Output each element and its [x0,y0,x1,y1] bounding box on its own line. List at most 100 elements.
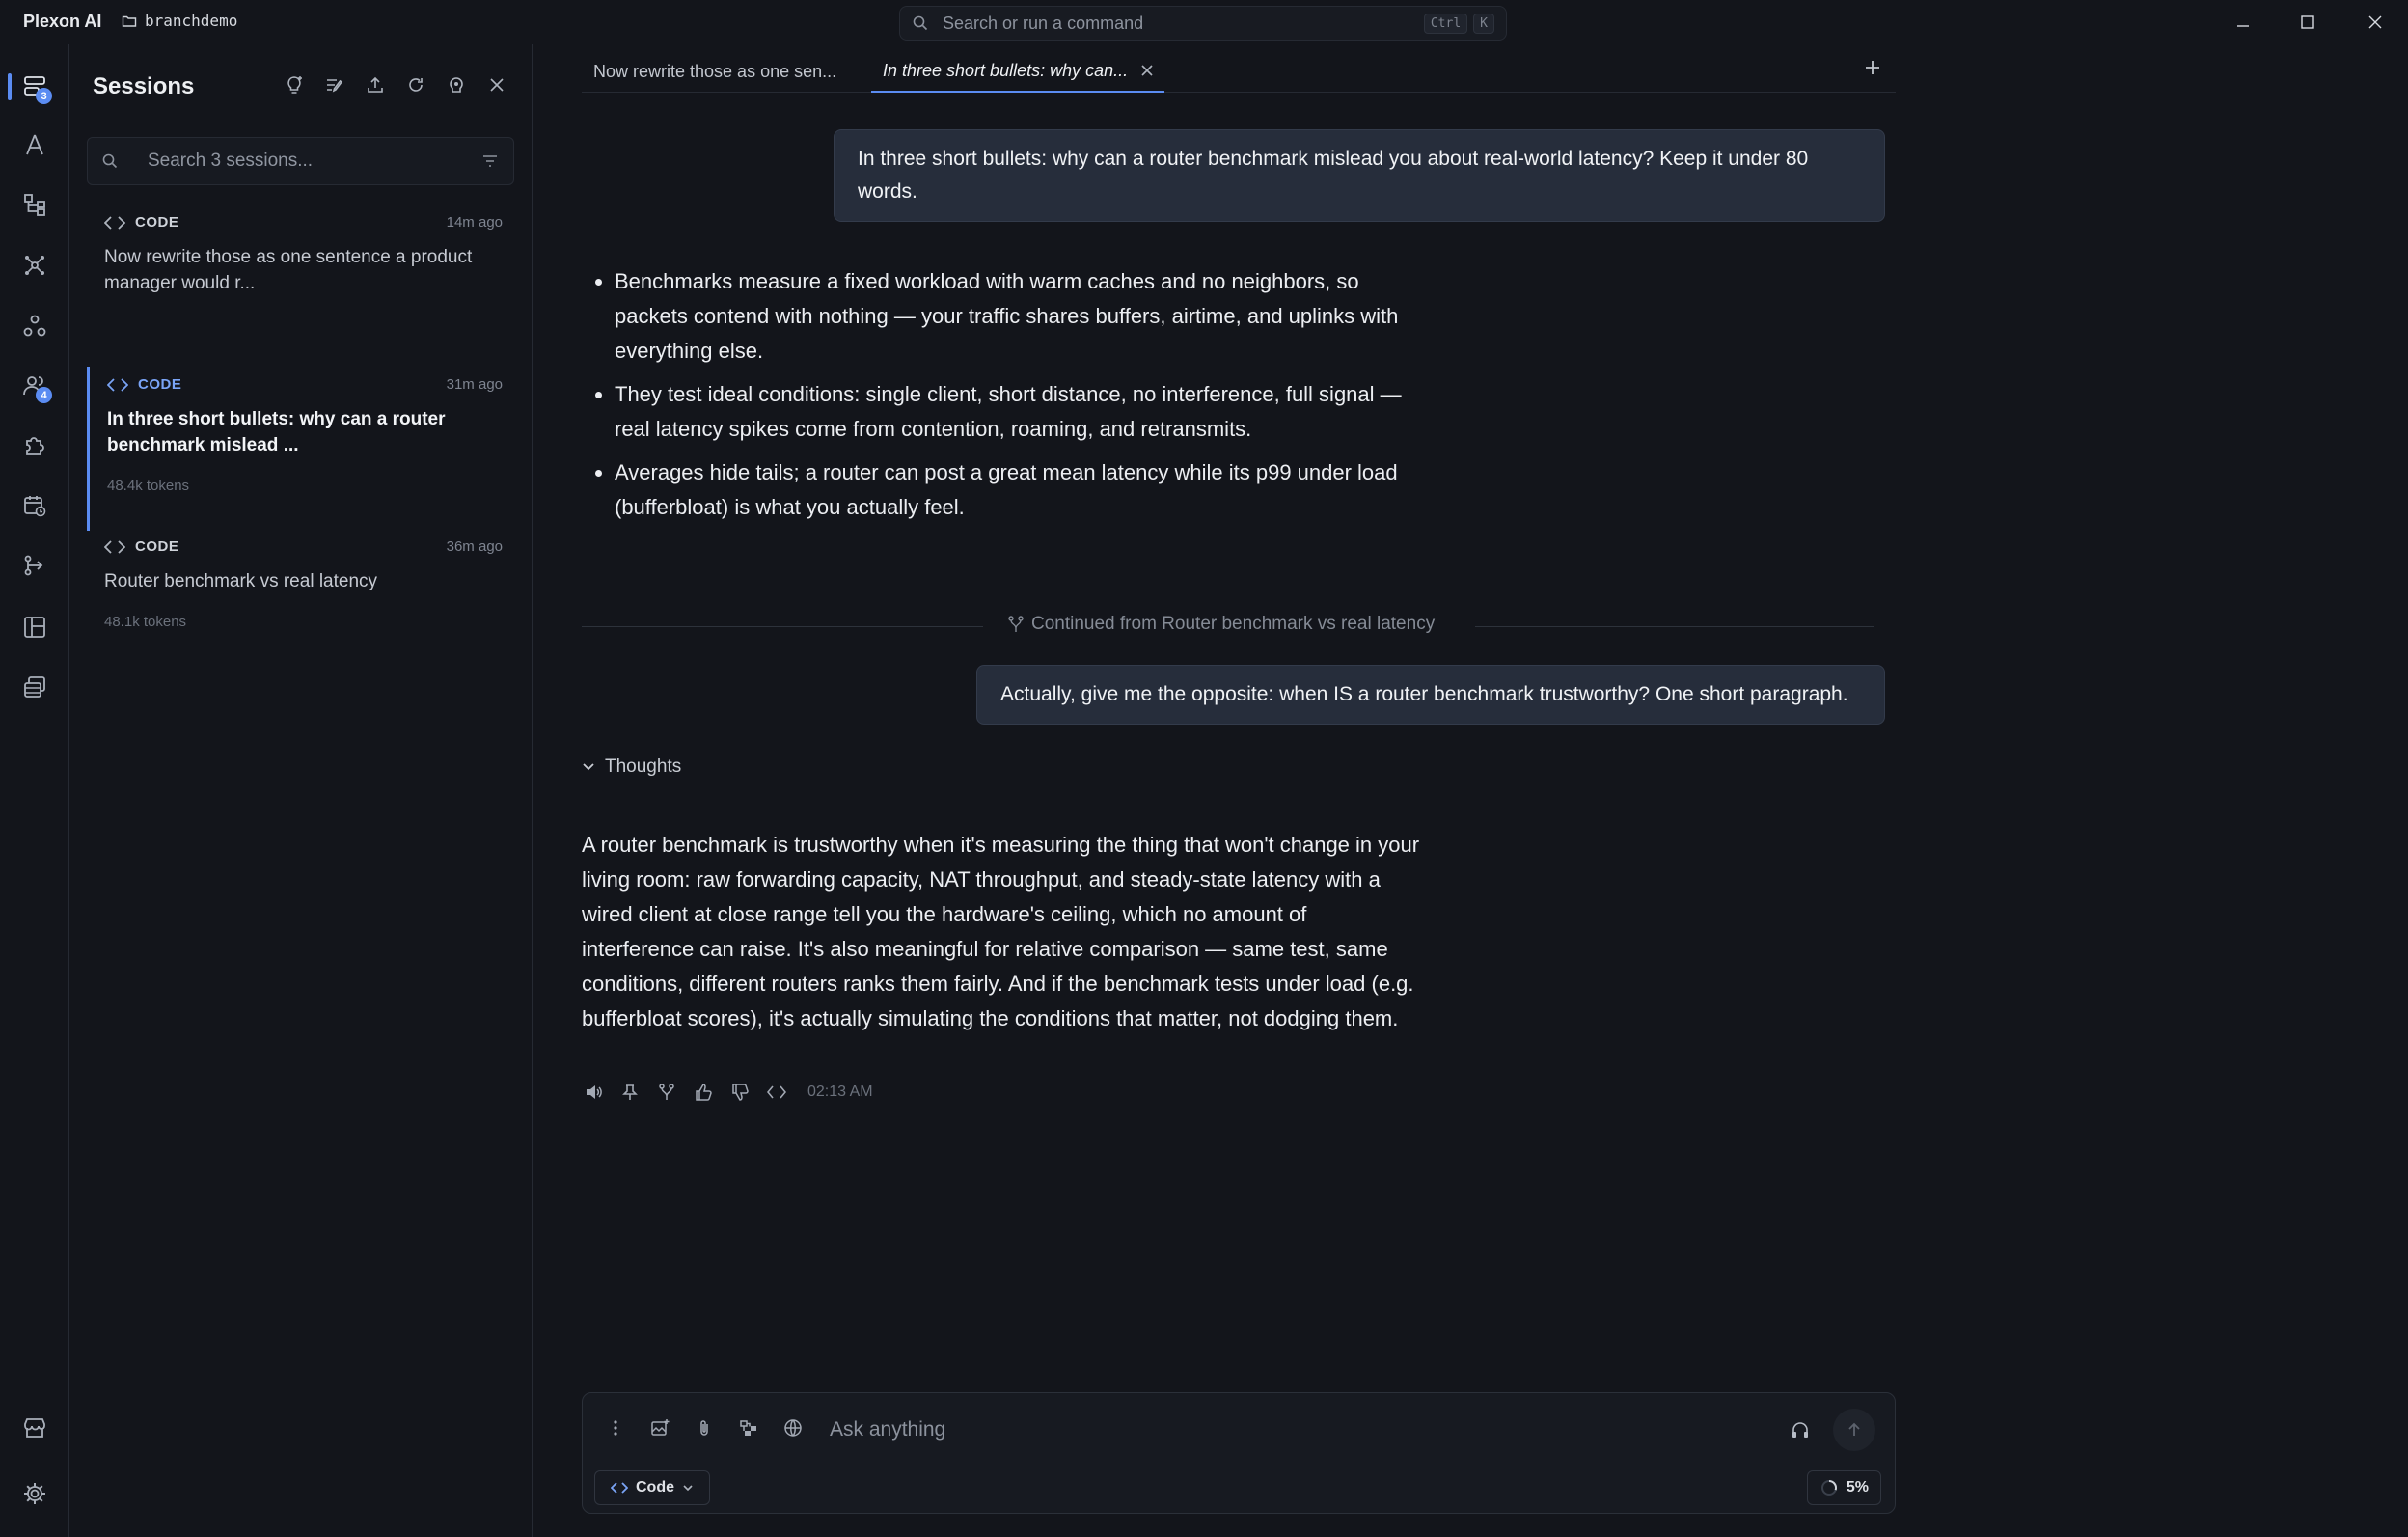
maximize-button[interactable] [2293,10,2322,35]
tab-rewrite[interactable]: Now rewrite those as one sen... [582,50,871,93]
session-kind: CODE [138,376,182,393]
rail-database[interactable] [15,668,54,706]
thumbs-down-icon[interactable] [728,1081,752,1104]
search-icon [101,152,119,170]
rail-layout[interactable] [15,608,54,646]
code-icon[interactable] [765,1081,788,1104]
chevron-down-icon [582,762,595,772]
tab-close-icon[interactable] [1141,65,1153,76]
session-tokens: 48.4k tokens [107,478,190,494]
refresh-button[interactable] [404,73,427,96]
assistant-answer-2: A router benchmark is trustworthy when i… [582,833,1420,1030]
chat-tabs: Now rewrite those as one sen... In three… [582,50,1896,93]
project-selector[interactable]: branchdemo [122,12,237,30]
headphones-icon[interactable] [1791,1420,1810,1440]
pin-icon[interactable] [618,1081,642,1104]
answer-timestamp: 02:13 AM [807,1084,873,1100]
branch-icon [1008,616,1024,633]
session-title: Router benchmark vs real latency [104,571,378,591]
project-name: branchdemo [145,12,238,30]
user-message: In three short bullets: why can a router… [834,129,1885,222]
session-item[interactable]: CODE 36m ago Router benchmark vs real la… [87,529,514,640]
mode-label: Code [636,1479,674,1496]
session-time: 14m ago [446,214,503,231]
rail-schedule[interactable] [15,486,54,525]
rail-sessions[interactable]: 3 [15,68,54,106]
progress-ring-icon [1820,1478,1839,1497]
user-message: Actually, give me the opposite: when IS … [976,665,1885,725]
composer-right-tools [1791,1409,1875,1451]
composer: Ask anything Code 5% [582,1392,1896,1514]
rail-workflows[interactable] [15,546,54,585]
command-search-placeholder: Search or run a command [943,13,1144,33]
code-icon [107,377,128,392]
calendar-clock-icon [22,493,47,518]
close-panel-button[interactable] [485,73,508,96]
rail-hierarchy[interactable] [15,185,54,224]
thoughts-toggle[interactable]: Thoughts [582,756,681,778]
rail-network[interactable] [15,246,54,285]
session-item-active[interactable]: CODE 31m ago In three short bullets: why… [87,367,514,531]
filter-icon[interactable] [480,151,500,171]
sessions-badge: 3 [36,88,52,104]
session-time: 31m ago [446,376,503,393]
more-options-icon[interactable] [604,1416,627,1440]
tab-label: In three short bullets: why can... [883,60,1129,80]
new-tab-button[interactable] [1865,60,1880,75]
rail-extensions[interactable] [15,426,54,465]
tab-label: Now rewrite those as one sen... [593,61,837,81]
folder-icon [122,14,137,29]
arrow-up-icon [1848,1422,1860,1436]
globe-icon[interactable] [781,1416,805,1440]
code-icon [104,215,125,230]
add-image-icon[interactable] [648,1416,671,1440]
thumbs-up-icon[interactable] [692,1081,715,1104]
branch-icon[interactable] [655,1081,678,1104]
session-kind: CODE [135,538,179,555]
attach-icon[interactable] [693,1416,716,1440]
close-window-button[interactable] [2361,10,2390,35]
session-title: Now rewrite those as one sentence a prod… [104,247,473,293]
session-search-placeholder: Search 3 sessions... [148,151,314,171]
shortcut-k: K [1473,13,1494,34]
session-search-input[interactable]: Search 3 sessions... [87,137,514,185]
context-usage[interactable]: 5% [1806,1470,1881,1505]
assistant-answer: Benchmarks measure a fixed workload with… [582,264,1431,534]
code-icon [611,1482,628,1494]
brain-button[interactable] [445,73,468,96]
puzzle-icon [22,433,47,458]
sessions-toolbar [283,73,508,96]
continued-from-link[interactable]: Continued from Router benchmark vs real … [997,614,1447,635]
rail-agents[interactable]: 4 [15,367,54,405]
icon-rail: 3 4 [0,44,69,1537]
composer-tools [604,1416,805,1440]
hierarchy-icon [22,192,47,217]
message-input[interactable]: Ask anything [830,1418,945,1441]
speaker-icon[interactable] [582,1081,605,1104]
rail-store[interactable] [15,1409,54,1447]
compass-icon [22,132,47,157]
rail-graph[interactable] [15,307,54,345]
rail-settings[interactable] [15,1474,54,1513]
diagram-icon[interactable] [737,1416,760,1440]
sessions-title: Sessions [93,73,195,99]
command-search[interactable]: Search or run a command Ctrl K [899,6,1507,41]
session-title: In three short bullets: why can a router… [107,409,446,455]
rail-compass[interactable] [15,125,54,164]
database-stack-icon [22,674,47,700]
answer-bullet: They test ideal conditions: single clien… [615,377,1431,447]
minimize-button[interactable] [2229,10,2258,35]
new-idea-button[interactable] [283,73,306,96]
session-tokens: 48.1k tokens [104,614,187,630]
upload-button[interactable] [364,73,387,96]
network-icon [22,253,47,278]
rail-active-indicator [8,73,12,100]
session-time: 36m ago [446,538,503,555]
tab-three-bullets[interactable]: In three short bullets: why can... [871,50,1165,93]
edit-list-button[interactable] [323,73,346,96]
graph-icon [22,314,47,339]
mode-selector[interactable]: Code [594,1470,710,1505]
session-item[interactable]: CODE 14m ago Now rewrite those as one se… [87,205,514,306]
send-button[interactable] [1833,1409,1875,1451]
message-actions: 02:13 AM [582,1081,873,1104]
